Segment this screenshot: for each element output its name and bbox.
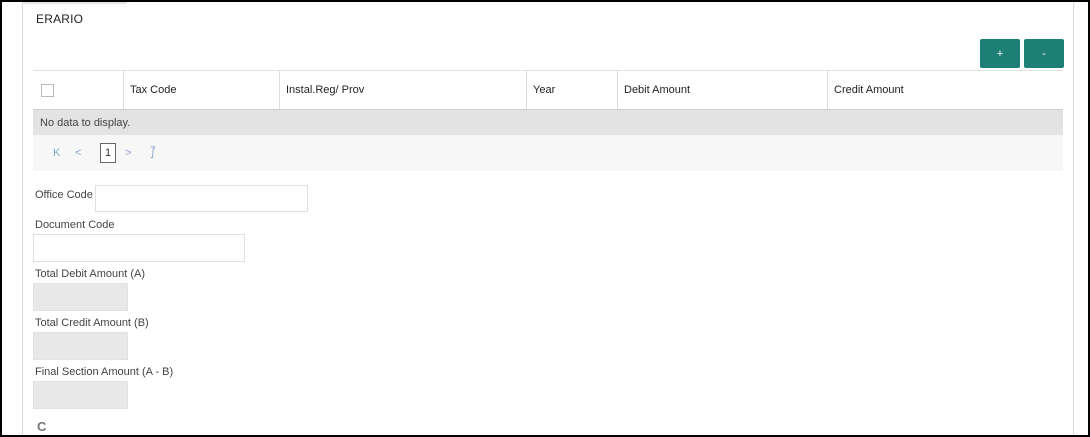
section-title: ERARIO	[36, 12, 84, 26]
column-header-year[interactable]: Year	[526, 70, 618, 110]
document-code-input[interactable]	[33, 234, 245, 262]
first-page-icon[interactable]: K	[53, 146, 60, 160]
office-code-label: Office Code	[35, 189, 93, 201]
panel-left-border	[22, 2, 23, 435]
total-credit-amount-field	[33, 332, 128, 360]
add-row-button[interactable]: +	[980, 39, 1020, 68]
empty-table-message: No data to display.	[33, 110, 1063, 135]
window-frame: ERARIO + - Tax Code Instal.Reg/ Prov Yea…	[0, 0, 1090, 437]
erario-table: Tax Code Instal.Reg/ Prov Year Debit Amo…	[33, 70, 1063, 110]
table-header-row: Tax Code Instal.Reg/ Prov Year Debit Amo…	[33, 70, 1063, 110]
tab-indicator	[22, 2, 127, 4]
previous-page-icon[interactable]: <	[75, 146, 81, 160]
office-code-input[interactable]	[95, 185, 308, 212]
total-debit-amount-label: Total Debit Amount (A)	[35, 268, 146, 280]
column-header-credit-amount[interactable]: Credit Amount	[827, 70, 1063, 110]
pagination-bar: K < 1 > ⨛	[33, 135, 1063, 171]
header-select-all[interactable]	[33, 70, 124, 110]
current-page-number[interactable]: 1	[100, 143, 116, 163]
final-section-amount-label: Final Section Amount (A - B)	[35, 366, 174, 378]
column-header-debit-amount[interactable]: Debit Amount	[617, 70, 828, 110]
document-code-label: Document Code	[35, 219, 115, 231]
select-all-checkbox[interactable]	[41, 83, 54, 97]
total-credit-amount-label: Total Credit Amount (B)	[35, 317, 149, 329]
refresh-icon[interactable]: C	[37, 420, 46, 433]
remove-row-button[interactable]: -	[1024, 39, 1064, 68]
last-page-icon[interactable]: ⨛	[150, 146, 156, 160]
panel-right-border	[1073, 2, 1074, 435]
column-header-tax-code[interactable]: Tax Code	[123, 70, 280, 110]
column-header-instal-reg-prov[interactable]: Instal.Reg/ Prov	[279, 70, 527, 110]
final-section-amount-field	[33, 381, 128, 409]
total-debit-amount-field	[33, 283, 128, 311]
next-page-icon[interactable]: >	[125, 146, 131, 160]
